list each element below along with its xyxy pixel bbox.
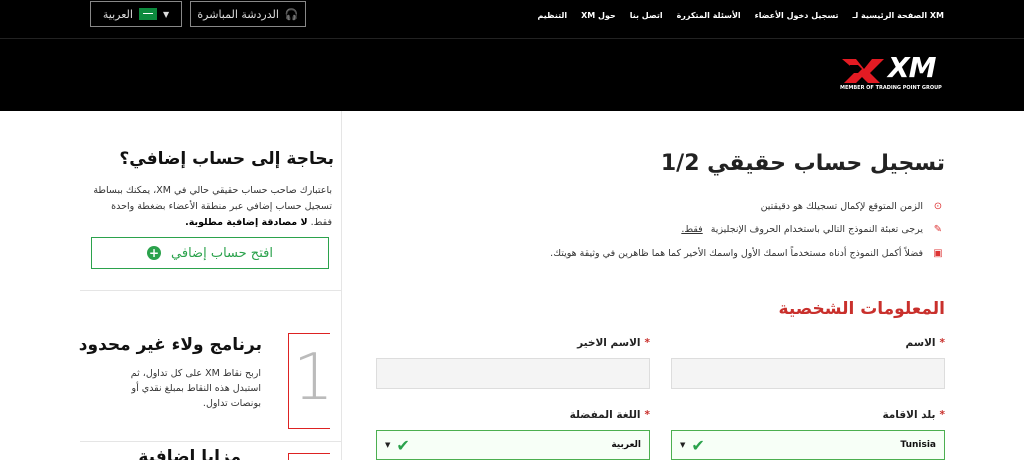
check-icon: ✔ [691,435,705,455]
top-nav: الصفحة الرئيسية لـ XM تسجيل دخول الأعضاء… [537,0,944,30]
language-label-text: اللغة المفضلة [569,409,641,421]
nav-about[interactable]: XM حول [581,11,616,20]
extra-features-title: مزايا إضافية [138,447,241,460]
loyalty-text: اربح نقاط XM على كل تداول، ثم استبدل هذه… [130,368,261,409]
nav-faq[interactable]: الأسئلة المتكررة [677,11,741,20]
loyalty-number: 1 [293,341,334,415]
note-time: ⊙ الزمن المتوقع لإكمال تسجيلك هو دقيقتين [761,201,945,212]
first-name-label-text: الاسم [905,337,936,349]
logo-subtitle: MEMBER OF TRADING POINT GROUP [840,85,942,91]
pencil-icon: ✎ [933,224,943,235]
last-name-label-text: الاسم الاخير [577,337,641,349]
note-id: ▣ فضلاً أكمل النموذج أدناه مستخدماً اسمك… [550,248,945,259]
required-mark: * [644,337,651,349]
registration-form: تسجيل حساب حقيقي 1/2 ⊙ الزمن المتوقع لإك… [370,111,950,460]
logo-band: XM MEMBER OF TRADING POINT GROUP [0,38,1024,111]
first-name-label: *الاسم [906,337,945,349]
additional-account-title: بحاجة إلى حساب إضافي؟ [119,149,334,169]
required-mark: * [644,409,651,421]
loyalty-title: برنامج ولاء غير محدود [78,335,262,355]
sidebar-divider [80,441,342,442]
nav-home[interactable]: الصفحة الرئيسية لـ XM [853,11,944,20]
live-chat-label: الدردشة المباشرة [197,7,279,21]
nav-regulation[interactable]: التنظيم [537,11,567,20]
top-bar: الصفحة الرئيسية لـ XM تسجيل دخول الأعضاء… [0,0,1024,38]
country-value: Tunisia [900,440,936,450]
language-select[interactable]: العربية ✔ ▼ [376,430,650,460]
caret-down-icon: ▼ [162,9,170,19]
required-mark: * [939,409,946,421]
additional-account-block: بحاجة إلى حساب إضافي؟ باعتبارك صاحب حساب… [80,111,342,291]
live-chat-button[interactable]: 🎧 الدردشة المباشرة [190,1,306,27]
nav-contact[interactable]: اتصل بنا [630,11,663,20]
language-label: *اللغة المفضلة [570,409,650,421]
country-label-text: بلد الاقامة [882,409,936,421]
note-english-underline: فقط. [681,224,703,235]
caret-down-icon: ▼ [680,441,686,449]
nav-members-login[interactable]: تسجيل دخول الأعضاء [755,11,839,20]
page-title: تسجيل حساب حقيقي 1/2 [660,151,945,176]
sidebar: بحاجة إلى حساب إضافي؟ باعتبارك صاحب حساب… [78,111,342,460]
language-label: العربية [102,7,133,21]
additional-account-text: باعتبارك صاحب حساب حقيقي حالي في XM، يمك… [92,183,332,231]
language-selector[interactable]: العربية ▼ [90,1,182,27]
plus-circle-icon: + [147,246,162,260]
section-title: المعلومات الشخصية [778,299,945,319]
first-name-input[interactable] [671,358,945,389]
country-label: *بلد الاقامة [882,409,945,421]
open-additional-account-button[interactable]: افتح حساب إضافي + [91,237,329,269]
required-mark: * [939,337,946,349]
flag-icon [138,8,157,20]
note-english: ✎ يرجى تعبئة النموذج التالي باستخدام الح… [681,224,945,235]
language-value: العربية [611,440,641,450]
open-account-label: افتح حساب إضافي [171,245,273,261]
country-select[interactable]: Tunisia ✔ ▼ [671,430,945,460]
additional-account-bold: لا مصادقة إضافية مطلوبة. [185,217,308,228]
caret-down-icon: ▼ [385,441,391,449]
extra-features-frame [288,453,330,460]
check-icon: ✔ [396,435,410,455]
note-id-text: فضلاً أكمل النموذج أدناه مستخدماً اسمك ا… [550,248,923,259]
last-name-input[interactable] [376,358,650,389]
last-name-label: *الاسم الاخير [577,337,650,349]
xm-logo[interactable]: XM MEMBER OF TRADING POINT GROUP [840,51,950,95]
logo-text: XM [888,51,936,84]
clock-icon: ⊙ [933,201,943,212]
headset-icon: 🎧 [284,7,299,21]
logo-mark-icon [842,59,884,83]
note-time-text: الزمن المتوقع لإكمال تسجيلك هو دقيقتين [760,201,923,212]
note-english-text: يرجى تعبئة النموذج التالي باستخدام الحرو… [710,224,923,235]
id-card-icon: ▣ [933,248,943,259]
